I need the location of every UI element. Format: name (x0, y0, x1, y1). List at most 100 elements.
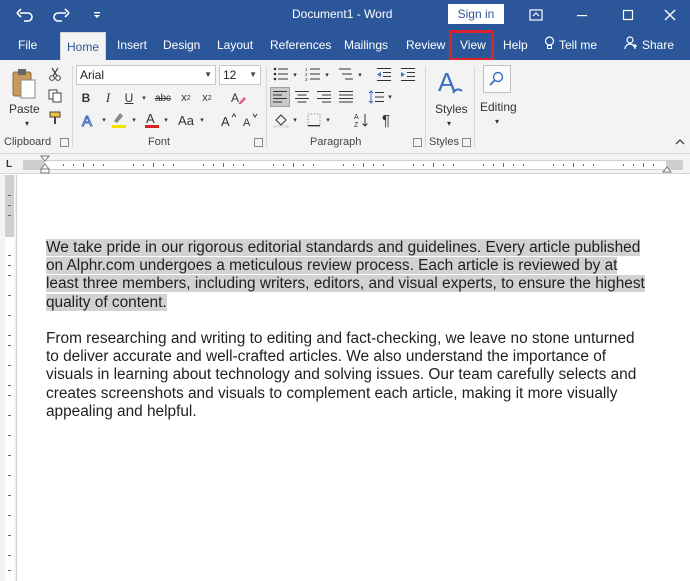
collapse-ribbon-icon[interactable] (674, 136, 686, 148)
clipboard-launcher-icon[interactable] (60, 138, 69, 147)
svg-text:A: A (146, 111, 155, 126)
align-center-icon[interactable] (292, 87, 312, 107)
underline-icon[interactable]: U (121, 89, 137, 107)
shading-icon[interactable] (271, 110, 291, 130)
italic-icon[interactable]: I (100, 89, 116, 107)
align-right-icon[interactable] (314, 87, 334, 107)
underline-dropdown-icon[interactable]: ▾ (139, 91, 149, 105)
ruler-ticks (63, 163, 654, 167)
ribbon-display-options-icon[interactable] (516, 0, 556, 30)
font-color-icon[interactable]: A (142, 110, 162, 130)
font-size-combo[interactable]: 12 ▼ (219, 65, 261, 85)
close-icon[interactable] (650, 0, 690, 30)
undo-icon[interactable] (14, 4, 36, 26)
title-bar: Document1 - Word Sign in (0, 0, 690, 30)
lightbulb-icon (544, 31, 555, 61)
sort-icon[interactable]: AZ (352, 110, 372, 130)
find-icon[interactable] (483, 65, 511, 93)
selected-line: We take pride in our rigorous editorial … (46, 239, 641, 256)
svg-text:3: 3 (305, 77, 308, 81)
bullets-dropdown-icon[interactable]: ▾ (291, 69, 299, 81)
justify-icon[interactable] (336, 87, 356, 107)
strikethrough-icon[interactable]: abc (152, 89, 174, 107)
font-launcher-icon[interactable] (254, 138, 263, 147)
sign-in-button[interactable]: Sign in (448, 4, 504, 24)
tell-me-label: Tell me (559, 38, 598, 52)
tab-file[interactable]: File (18, 30, 37, 60)
right-indent-marker-icon[interactable] (662, 163, 672, 173)
paste-icon[interactable] (8, 66, 40, 102)
format-painter-icon[interactable] (46, 109, 64, 127)
line-spacing-dropdown-icon[interactable]: ▾ (386, 91, 394, 103)
text-effects-dropdown-icon[interactable]: ▾ (100, 114, 108, 126)
svg-text:A: A (243, 117, 251, 128)
view-tab-highlight-box (449, 30, 494, 61)
paragraph-2[interactable]: From researching and writing to editing … (46, 330, 666, 421)
indent-marker-icon[interactable] (40, 155, 50, 175)
clear-formatting-icon[interactable]: A (228, 88, 248, 108)
tab-insert[interactable]: Insert (117, 30, 147, 60)
copy-icon[interactable] (46, 87, 64, 105)
editing-label[interactable]: Editing (480, 100, 517, 114)
minimize-icon[interactable] (562, 0, 602, 30)
paste-label[interactable]: Paste (9, 102, 40, 116)
superscript-icon[interactable]: x2 (198, 89, 216, 107)
borders-dropdown-icon[interactable]: ▾ (324, 114, 332, 126)
svg-text:A: A (82, 113, 92, 129)
chevron-down-icon[interactable]: ▼ (204, 66, 212, 84)
subscript-icon[interactable]: x2 (177, 89, 195, 107)
tab-home[interactable]: Home (60, 32, 107, 60)
document-page[interactable]: We take pride in our rigorous editorial … (22, 175, 690, 581)
horizontal-ruler[interactable]: L (0, 154, 690, 174)
styles-dropdown-icon[interactable]: ▾ (444, 118, 454, 128)
font-name-combo[interactable]: Arial ▼ (76, 65, 216, 85)
tab-review[interactable]: Review (406, 30, 445, 60)
paragraph-group-label: Paragraph (310, 136, 362, 148)
styles-label[interactable]: Styles (435, 102, 468, 116)
tab-mailings[interactable]: Mailings (344, 30, 388, 60)
styles-gallery-icon[interactable]: A (433, 65, 467, 99)
paragraph-launcher-icon[interactable] (413, 138, 422, 147)
vertical-ruler[interactable] (0, 175, 17, 581)
numbering-icon[interactable]: 123 (303, 65, 323, 83)
decrease-indent-icon[interactable] (374, 65, 394, 83)
change-case-dropdown-icon[interactable]: ▾ (198, 114, 206, 126)
bullets-icon[interactable] (271, 65, 291, 83)
multilevel-list-icon[interactable] (336, 65, 356, 83)
styles-launcher-icon[interactable] (462, 138, 471, 147)
editing-dropdown-icon[interactable]: ▾ (492, 116, 502, 126)
text-highlight-color-icon[interactable] (108, 110, 130, 130)
tab-help[interactable]: Help (503, 30, 528, 60)
tab-selector-icon[interactable]: L (3, 157, 15, 171)
change-case-button[interactable]: Aa (174, 110, 198, 130)
group-separator (474, 66, 475, 148)
text-line: creates screenshots and visuals to compl… (46, 384, 618, 402)
line-spacing-icon[interactable] (366, 87, 386, 107)
multilevel-dropdown-icon[interactable]: ▾ (356, 69, 364, 81)
shrink-font-icon[interactable]: A (240, 110, 260, 130)
bold-icon[interactable]: B (78, 89, 94, 107)
tab-design[interactable]: Design (163, 30, 200, 60)
align-left-icon[interactable] (270, 87, 290, 107)
customize-qat-icon[interactable] (86, 4, 108, 26)
font-color-dropdown-icon[interactable]: ▾ (162, 114, 170, 126)
highlight-dropdown-icon[interactable]: ▾ (130, 114, 138, 126)
text-effects-icon[interactable]: A (78, 110, 100, 130)
share-button[interactable]: Share (624, 30, 674, 60)
maximize-icon[interactable] (608, 0, 648, 30)
paste-dropdown-icon[interactable]: ▾ (22, 118, 32, 128)
tab-references[interactable]: References (270, 30, 331, 60)
grow-font-icon[interactable]: A (218, 110, 238, 130)
increase-indent-icon[interactable] (398, 65, 418, 83)
numbering-dropdown-icon[interactable]: ▾ (323, 69, 331, 81)
chevron-down-icon[interactable]: ▼ (249, 66, 257, 84)
change-case-label: Aa (178, 112, 194, 128)
tab-layout[interactable]: Layout (217, 30, 253, 60)
tell-me-search[interactable]: Tell me (544, 30, 597, 60)
redo-icon[interactable] (50, 4, 72, 26)
borders-icon[interactable] (304, 110, 324, 130)
shading-dropdown-icon[interactable]: ▾ (291, 114, 299, 126)
paragraph-1[interactable]: We take pride in our rigorous editorial … (46, 239, 666, 312)
cut-icon[interactable] (46, 65, 64, 83)
show-formatting-marks-icon[interactable]: ¶ (376, 110, 396, 130)
